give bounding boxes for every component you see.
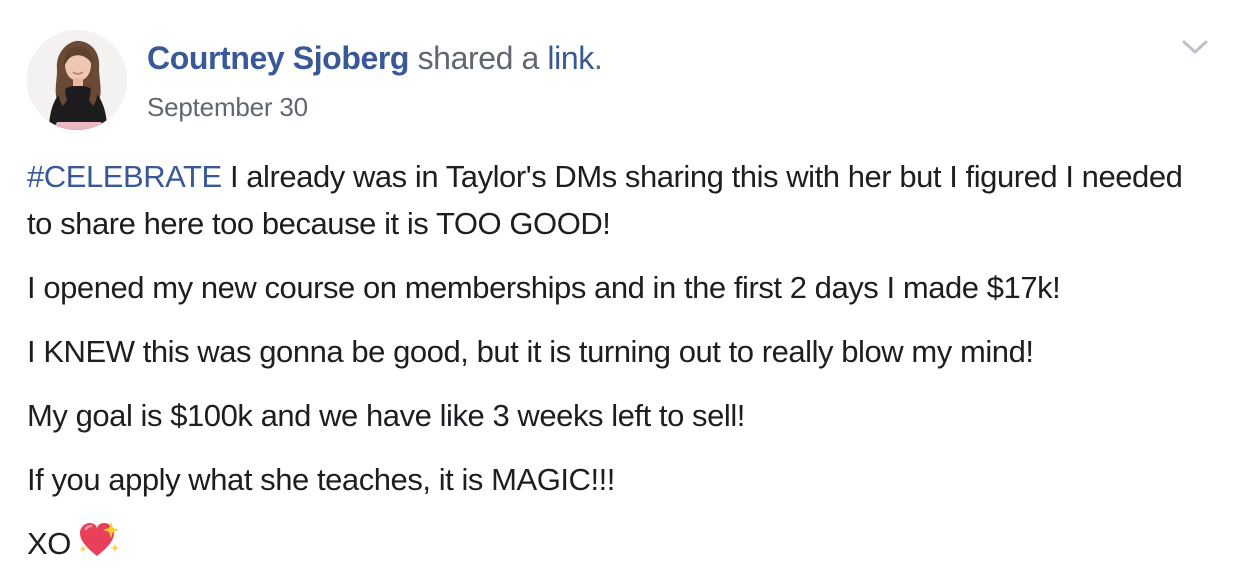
sparkling-heart-icon — [77, 520, 121, 560]
post-timestamp[interactable]: September 30 — [147, 90, 308, 124]
post-paragraph-3: I KNEW this was gonna be good, but it is… — [27, 334, 1034, 369]
post-header: Courtney Sjoberg shared a link. — [147, 38, 603, 78]
post-paragraph-4: My goal is $100k and we have like 3 week… — [27, 398, 745, 433]
chevron-down-icon — [1182, 40, 1208, 54]
signoff-text: XO — [27, 526, 71, 561]
header-period: . — [593, 40, 603, 76]
feed-post: Courtney Sjoberg shared a link. Septembe… — [0, 0, 1236, 582]
avatar-photo — [27, 30, 127, 130]
author-avatar[interactable] — [27, 30, 127, 130]
hashtag-link[interactable]: #CELEBRATE — [27, 159, 222, 194]
post-paragraph-2: I opened my new course on memberships an… — [27, 270, 1061, 305]
post-paragraph-5: If you apply what she teaches, it is MAG… — [27, 462, 615, 497]
author-name-link[interactable]: Courtney Sjoberg — [147, 40, 409, 76]
shared-link[interactable]: link — [547, 40, 594, 76]
post-body: #CELEBRATE I already was in Taylor's DMs… — [27, 153, 1212, 584]
post-signoff: XO — [27, 520, 1212, 567]
post-paragraph-1: #CELEBRATE I already was in Taylor's DMs… — [27, 153, 1212, 247]
action-text: shared a — [417, 40, 540, 76]
post-options-menu[interactable] — [1178, 34, 1212, 62]
